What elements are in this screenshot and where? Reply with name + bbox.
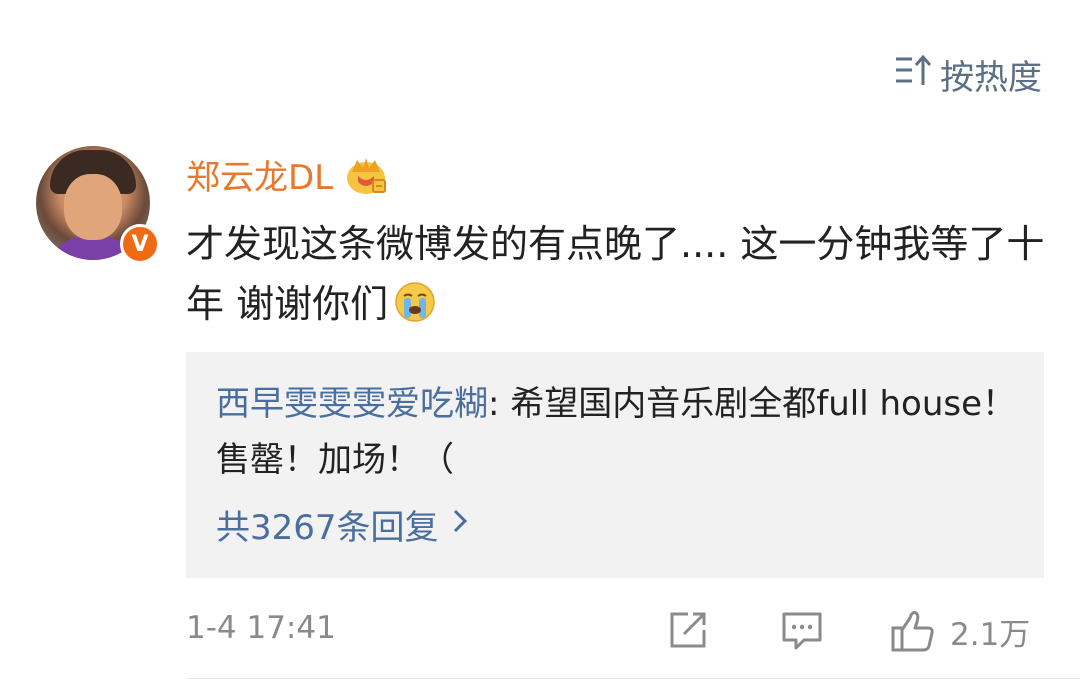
divider (186, 678, 1080, 679)
reply-separator: : (488, 384, 511, 424)
chevron-right-icon (449, 505, 471, 545)
comment-header: 郑云龙DL (186, 150, 389, 199)
reply-preview[interactable]: 西早雯雯雯爱吃糊: 希望国内音乐剧全都full house！售罄！加场！（ 共3… (186, 352, 1044, 578)
reply-username[interactable]: 西早雯雯雯爱吃糊 (216, 384, 488, 424)
like-button[interactable]: 2.1万 (890, 608, 1030, 654)
share-icon (670, 612, 706, 648)
comment-body: 才发现这条微博发的有点晚了.... 这一分钟我等了十年 谢谢你们 (186, 214, 1046, 334)
reply-text-block: 西早雯雯雯爱吃糊: 希望国内音乐剧全都full house！售罄！加场！（ (216, 376, 1016, 488)
crying-face-icon (394, 280, 436, 322)
sort-icon (894, 53, 932, 96)
view-replies-link[interactable]: 共3267条回复 (216, 500, 471, 549)
sort-by-hot-button[interactable]: 按热度 (894, 50, 1042, 99)
share-button[interactable] (666, 608, 710, 652)
reply-button[interactable] (780, 608, 824, 652)
reply-count-label: 共3267条回复 (216, 508, 439, 548)
comment-footer: 1-4 17:41 2.1万 (186, 604, 1044, 660)
comment-icon (782, 612, 822, 650)
avatar[interactable]: V (36, 146, 160, 264)
comment-text: 才发现这条微博发的有点晚了.... 这一分钟我等了十年 谢谢你们 (186, 222, 1045, 326)
thumbs-up-icon (891, 611, 934, 652)
verified-badge-icon: V (120, 224, 160, 264)
crown-icon (343, 154, 389, 196)
like-count: 2.1万 (950, 616, 1031, 653)
comment-username[interactable]: 郑云龙DL (186, 150, 333, 199)
comment-timestamp: 1-4 17:41 (186, 610, 336, 646)
sort-label: 按热度 (940, 58, 1042, 98)
